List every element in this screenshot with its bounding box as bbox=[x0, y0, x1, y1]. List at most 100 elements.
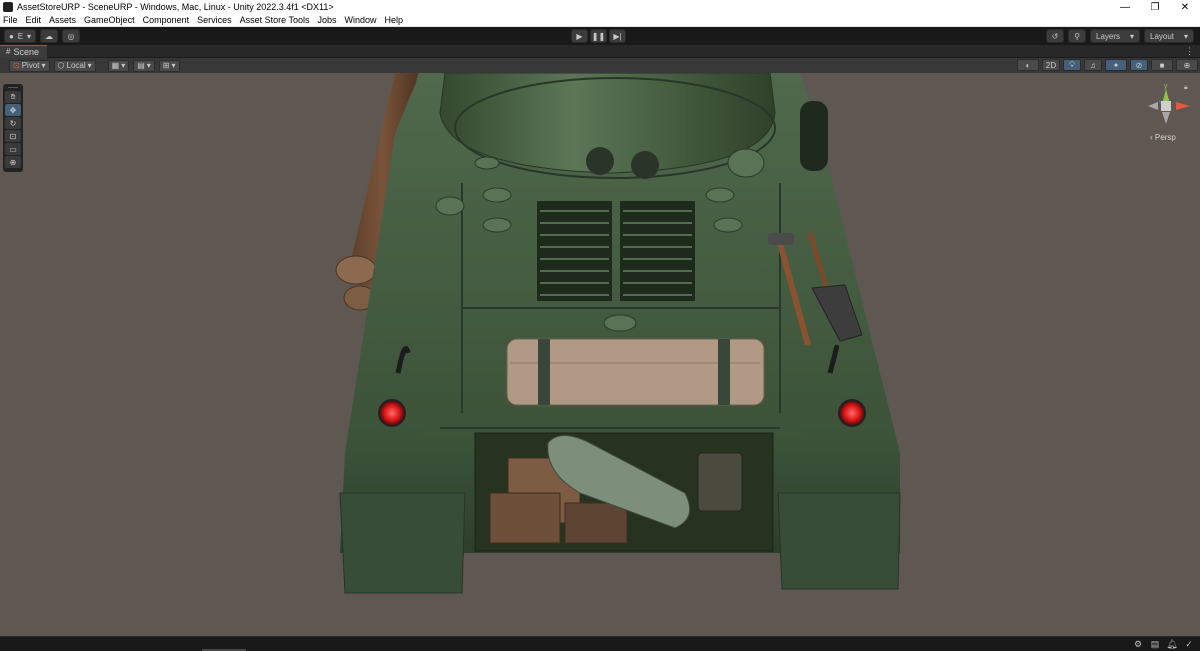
shading-icon: ◐ bbox=[1025, 60, 1031, 70]
layers-dropdown[interactable]: Layers ▾ bbox=[1090, 29, 1140, 43]
scale-tool-button[interactable]: ⊡ bbox=[5, 130, 21, 142]
projection-label[interactable]: ‹ Persp bbox=[1150, 133, 1176, 142]
check-icon[interactable]: ✓ bbox=[1184, 639, 1194, 649]
tool-palette: ✋︎ ✥ ↻ ⊡ ▭ ⊕ bbox=[3, 84, 23, 172]
menu-gameobject[interactable]: GameObject bbox=[84, 15, 135, 25]
cache-icon[interactable]: ▤ bbox=[1150, 639, 1160, 649]
hand-icon: ✋︎ bbox=[10, 92, 16, 101]
account-label: E bbox=[17, 31, 24, 41]
effects-icon: ✦ bbox=[1112, 60, 1120, 70]
menu-services[interactable]: Services bbox=[197, 15, 232, 25]
grid-icon: ▦ bbox=[111, 61, 120, 70]
rect-tool-button[interactable]: ▭ bbox=[5, 143, 21, 155]
restore-button[interactable]: ❐ bbox=[1140, 0, 1170, 14]
menu-edit[interactable]: Edit bbox=[26, 15, 42, 25]
window-title: AssetStoreURP - SceneURP - Windows, Mac,… bbox=[17, 2, 334, 12]
search-button[interactable]: ⚲ bbox=[1068, 29, 1086, 43]
chevron-down-icon: ▾ bbox=[1183, 31, 1188, 41]
tab-scene[interactable]: # Scene bbox=[0, 44, 47, 58]
account-dropdown[interactable]: ● E ▾ bbox=[4, 29, 36, 43]
status-bar: ⚙ ▤ 🔔︎ ✓ bbox=[0, 636, 1200, 651]
chevron-down-icon: ▾ bbox=[41, 61, 46, 70]
incremental-snap-icon: ⊞ bbox=[162, 61, 170, 70]
gizmos-dropdown[interactable]: ⊕ bbox=[1176, 59, 1198, 71]
scene-viewport[interactable] bbox=[0, 73, 1200, 636]
window-controls: — ❐ ✕ bbox=[1110, 0, 1200, 14]
scene-toolbar: ⊡ Pivot ▾ ⬡ Local ▾ ▦ ▾ ▤ ▾ ⊞ ▾ ◐ 2D 💡︎ … bbox=[0, 58, 1200, 73]
local-label: Local bbox=[66, 61, 86, 70]
gizmo-lock-icon[interactable]: 🔒︎ bbox=[1184, 84, 1188, 91]
gizmo-negx-arrow[interactable] bbox=[1148, 102, 1158, 110]
history-icon: ↺ bbox=[1051, 31, 1059, 41]
collab-button[interactable]: ◎ bbox=[62, 29, 80, 43]
layout-label: Layout bbox=[1150, 31, 1175, 41]
chevron-down-icon: ▾ bbox=[146, 61, 151, 70]
pivot-label: Pivot bbox=[21, 61, 40, 70]
scene-visibility-button[interactable]: ⊘ bbox=[1130, 59, 1148, 71]
cloud-icon: ☁ bbox=[45, 31, 53, 41]
close-button[interactable]: ✕ bbox=[1170, 0, 1200, 14]
pivot-dropdown[interactable]: ⊡ Pivot ▾ bbox=[9, 59, 50, 72]
grid-snap-dropdown[interactable]: ▦ ▾ bbox=[107, 59, 130, 72]
layout-dropdown[interactable]: Layout ▾ bbox=[1144, 29, 1194, 43]
light-icon: 💡︎ bbox=[1069, 60, 1075, 69]
hand-tool-button[interactable]: ✋︎ bbox=[5, 91, 21, 103]
menu-jobs[interactable]: Jobs bbox=[318, 15, 337, 25]
play-button[interactable]: ▶ bbox=[571, 29, 588, 43]
toggle-lighting-button[interactable]: 💡︎ bbox=[1063, 59, 1081, 71]
status-icons: ⚙ ▤ 🔔︎ ✓ bbox=[1133, 639, 1194, 649]
local-dropdown[interactable]: ⬡ Local ▾ bbox=[53, 59, 96, 72]
collab-icon: ◎ bbox=[67, 31, 75, 41]
rect-icon: ▭ bbox=[9, 144, 17, 154]
draw-mode-dropdown[interactable]: ◐ bbox=[1017, 59, 1039, 71]
undo-history-button[interactable]: ↺ bbox=[1046, 29, 1064, 43]
toggle-audio-button[interactable]: ♫ bbox=[1084, 59, 1102, 71]
orientation-gizmo[interactable]: y 🔒︎ bbox=[1146, 80, 1194, 140]
local-icon: ⬡ bbox=[57, 61, 65, 70]
bell-icon[interactable]: 🔔︎ bbox=[1166, 639, 1177, 649]
chevron-down-icon: ▾ bbox=[87, 61, 92, 70]
more-options-icon[interactable]: ⋮ bbox=[1185, 46, 1194, 57]
incremental-snap-dropdown[interactable]: ⊞ ▾ bbox=[158, 59, 180, 72]
camera-settings-dropdown[interactable]: ■ bbox=[1151, 59, 1173, 71]
menu-bar: File Edit Assets GameObject Component Se… bbox=[0, 14, 1200, 27]
scene-render[interactable] bbox=[0, 73, 1200, 636]
chevron-down-icon: ▾ bbox=[26, 31, 31, 41]
gizmo-center-cube[interactable] bbox=[1161, 101, 1171, 111]
playmode-controls: ▶ ❚❚ ▶| bbox=[571, 29, 628, 43]
bedroll bbox=[506, 338, 765, 406]
menu-assets[interactable]: Assets bbox=[49, 15, 76, 25]
search-icon: ⚲ bbox=[1074, 31, 1080, 41]
menu-help[interactable]: Help bbox=[385, 15, 404, 25]
debug-icon[interactable]: ⚙ bbox=[1133, 639, 1143, 649]
transform-tool-button[interactable]: ⊕ bbox=[5, 156, 21, 168]
menu-window[interactable]: Window bbox=[345, 15, 377, 25]
rotate-icon: ↻ bbox=[9, 118, 17, 128]
menu-component[interactable]: Component bbox=[143, 15, 190, 25]
scene-tab-bar: # Scene ⋮ bbox=[0, 44, 1200, 58]
pause-button[interactable]: ❚❚ bbox=[590, 29, 607, 43]
move-icon: ✥ bbox=[9, 105, 17, 115]
layers-label: Layers bbox=[1096, 31, 1121, 41]
minimize-button[interactable]: — bbox=[1110, 0, 1140, 14]
unity-logo-icon bbox=[3, 2, 13, 12]
chevron-down-icon: ▾ bbox=[1129, 31, 1134, 41]
pivot-icon: ⊡ bbox=[13, 61, 20, 70]
move-tool-button[interactable]: ✥ bbox=[5, 104, 21, 116]
step-button[interactable]: ▶| bbox=[609, 29, 626, 43]
toggle-2d-button[interactable]: 2D bbox=[1042, 59, 1060, 71]
audio-icon: ♫ bbox=[1090, 60, 1096, 70]
snap-icon: ▤ bbox=[137, 61, 145, 70]
menu-file[interactable]: File bbox=[3, 15, 18, 25]
cloud-button[interactable]: ☁ bbox=[40, 29, 58, 43]
gizmo-negy-arrow[interactable] bbox=[1162, 112, 1170, 124]
rotate-tool-button[interactable]: ↻ bbox=[5, 117, 21, 129]
snap-increment-dropdown[interactable]: ▤ ▾ bbox=[133, 59, 155, 72]
gizmo-x-arrow[interactable] bbox=[1176, 102, 1190, 110]
menu-asset-store-tools[interactable]: Asset Store Tools bbox=[240, 15, 310, 25]
effects-dropdown[interactable]: ✦ bbox=[1105, 59, 1127, 71]
account-icon: ● bbox=[9, 31, 14, 41]
chevron-down-icon: ▾ bbox=[121, 61, 126, 70]
palette-grip[interactable] bbox=[8, 87, 18, 89]
tab-scene-label: Scene bbox=[13, 46, 39, 57]
